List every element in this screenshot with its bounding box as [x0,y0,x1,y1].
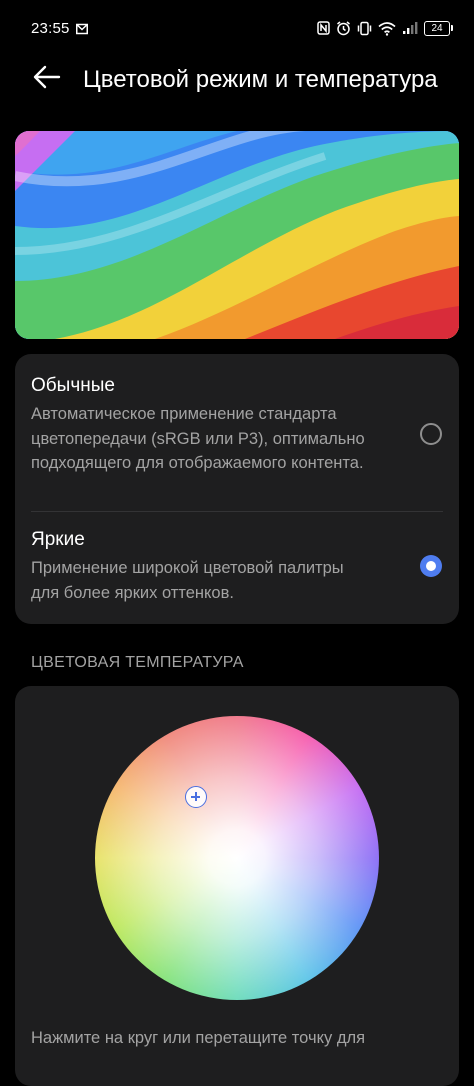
hint-text: Нажмите на круг или перетащите точку для [31,1029,366,1047]
wifi-icon [378,21,396,36]
color-temperature-card: Нажмите на круг или перетащите точку для [15,686,459,1086]
color-mode-card: Обычные Автоматическое применение станда… [15,354,459,624]
mode-description: Автоматическое применение стандарта цвет… [31,405,365,472]
status-icons: 24 [317,19,453,37]
signal-icon [402,21,418,35]
status-time: 23:55 [31,20,70,37]
page-title: Цветовой режим и температура [83,66,438,93]
mode-option-vivid[interactable]: Яркие Применение широкой цветовой палитр… [15,512,459,624]
alarm-icon [336,20,351,36]
color-wheel[interactable] [95,716,379,1000]
color-wheel-handle[interactable] [185,786,207,808]
radio-normal[interactable] [420,423,442,445]
mode-title: Яркие [31,529,85,550]
mode-title: Обычные [31,375,115,396]
mail-icon [76,22,88,35]
battery-icon: 24 [424,20,453,36]
nfc-icon [317,21,330,35]
back-arrow-icon [33,65,61,94]
mode-option-normal[interactable]: Обычные Автоматическое применение станда… [15,354,459,511]
mode-description: Применение широкой цветовой палитры для … [31,559,344,602]
vibrate-icon [357,21,372,36]
radio-vivid[interactable] [420,555,442,577]
color-preview-image [15,131,459,339]
status-bar: 23:55 24 [0,0,474,60]
back-button[interactable] [30,62,64,96]
section-header-color-temperature: ЦВЕТОВАЯ ТЕМПЕРАТУРА [31,654,244,671]
